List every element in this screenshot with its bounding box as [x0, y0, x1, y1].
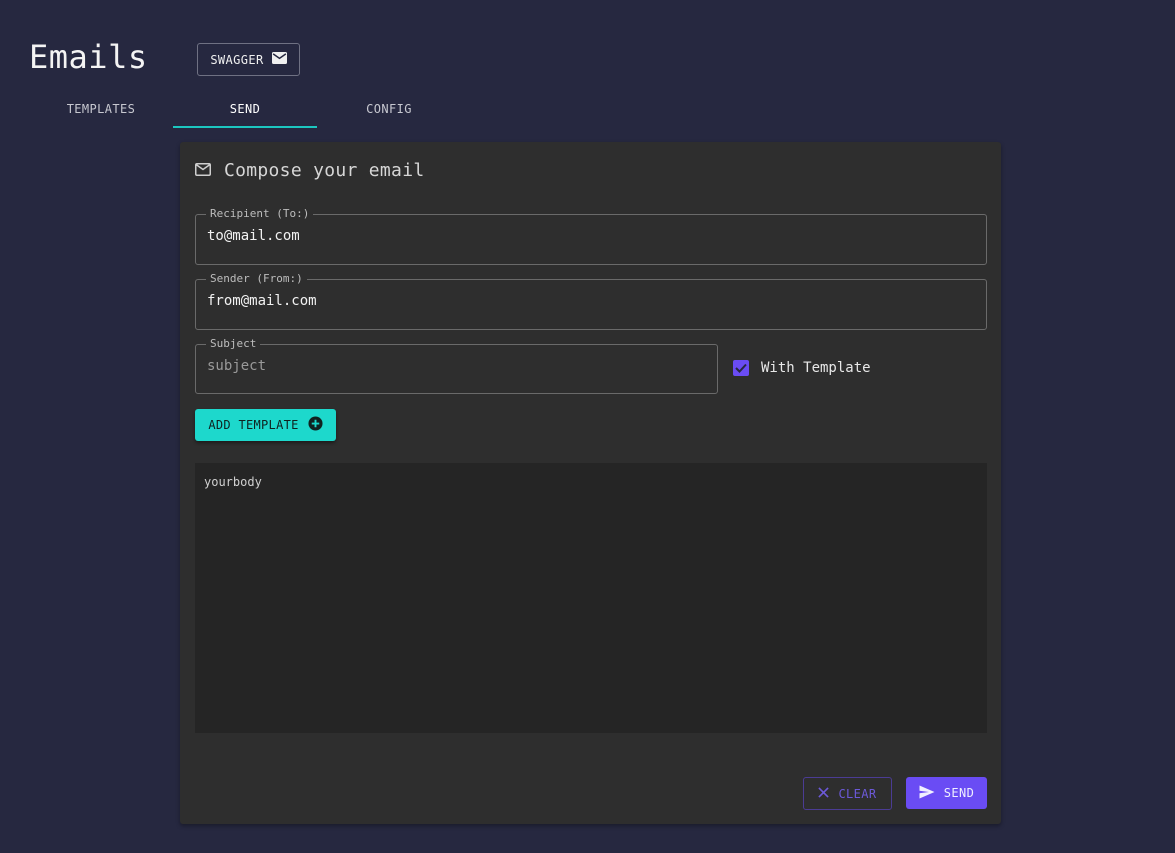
compose-title: Compose your email: [224, 160, 425, 181]
subject-label: Subject: [210, 337, 257, 350]
compose-header: Compose your email: [195, 160, 424, 181]
checkmark-icon: [735, 363, 747, 373]
clear-button[interactable]: CLEAR: [803, 777, 892, 810]
subject-field[interactable]: Subject subject: [195, 338, 718, 394]
with-template-label: With Template: [761, 360, 871, 376]
recipient-label: Recipient (To:): [210, 207, 310, 220]
sender-field[interactable]: Sender (From:) from@mail.com: [195, 273, 987, 330]
mail-icon: [271, 52, 287, 67]
sender-label: Sender (From:): [210, 272, 303, 285]
plus-circle-icon: [308, 416, 323, 434]
tab-send[interactable]: SEND: [173, 90, 317, 128]
sender-input[interactable]: from@mail.com: [207, 291, 975, 311]
tab-config[interactable]: CONFIG: [317, 90, 461, 128]
subject-input[interactable]: subject: [207, 356, 706, 376]
close-icon: [818, 786, 830, 801]
page-title: Emails: [29, 38, 148, 76]
send-icon: [919, 785, 935, 802]
add-template-button[interactable]: ADD TEMPLATE: [195, 409, 336, 441]
recipient-input[interactable]: to@mail.com: [207, 226, 975, 246]
tab-templates[interactable]: TEMPLATES: [29, 90, 173, 128]
compose-card: Compose your email Recipient (To:) to@ma…: [180, 142, 1001, 824]
with-template-toggle[interactable]: With Template: [733, 360, 871, 376]
tab-bar: TEMPLATES SEND CONFIG: [29, 90, 461, 128]
clear-label: CLEAR: [838, 786, 877, 801]
email-body-textarea[interactable]: yourbody: [195, 463, 987, 733]
send-button[interactable]: SEND: [906, 777, 987, 809]
with-template-checkbox[interactable]: [733, 360, 749, 376]
envelope-outline-icon: [195, 161, 211, 180]
swagger-label: SWAGGER: [210, 52, 264, 67]
send-label: SEND: [943, 786, 975, 800]
add-template-label: ADD TEMPLATE: [208, 418, 299, 432]
recipient-field[interactable]: Recipient (To:) to@mail.com: [195, 208, 987, 265]
swagger-button[interactable]: SWAGGER: [197, 43, 300, 76]
